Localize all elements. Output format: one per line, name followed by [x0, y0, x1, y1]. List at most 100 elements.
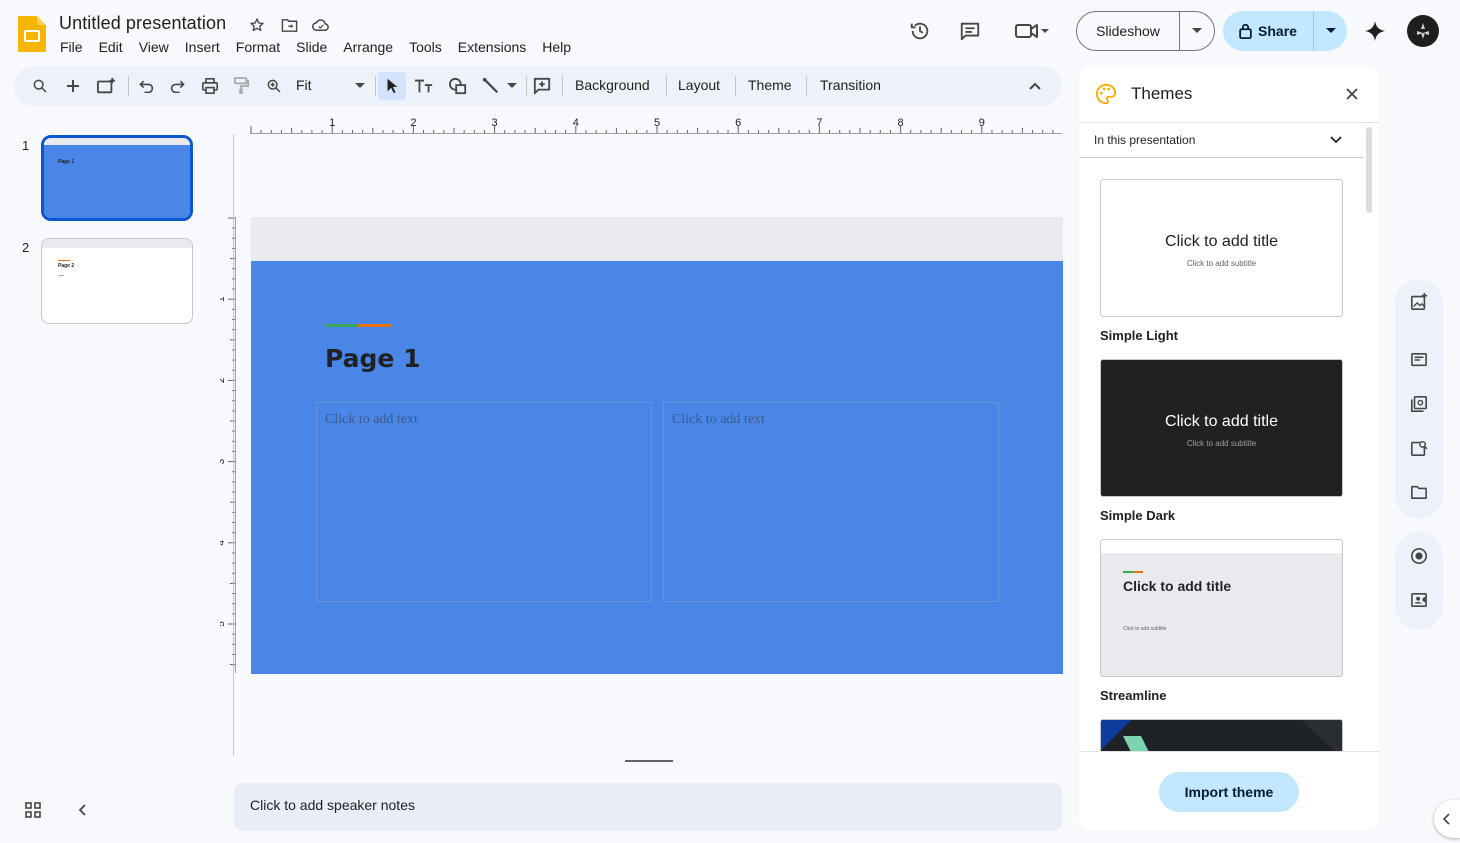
add-comment-icon[interactable]	[530, 74, 554, 98]
redo-icon[interactable]	[166, 74, 190, 98]
ruler-label: 1	[220, 296, 227, 302]
slideshow-options-caret-icon[interactable]	[1180, 12, 1214, 50]
expand-side-panel-chevron-left-icon[interactable]	[1434, 800, 1460, 838]
zoom-icon[interactable]	[262, 74, 286, 98]
text-box-icon[interactable]	[412, 74, 436, 98]
thumbnail-header-band	[42, 239, 192, 248]
video-person-icon[interactable]	[1408, 589, 1430, 611]
menu-format[interactable]: Format	[228, 38, 288, 56]
stacked-images-icon[interactable]	[1408, 393, 1430, 415]
slide-title[interactable]: Page 1	[325, 344, 420, 373]
meet-camera-icon[interactable]	[1008, 11, 1056, 51]
themes-scrollbar[interactable]	[1366, 127, 1372, 213]
menu-file[interactable]: File	[52, 38, 91, 56]
share-options-caret-icon[interactable]	[1314, 11, 1347, 51]
ruler-label: 5	[654, 117, 660, 129]
gemini-sparkle-icon[interactable]	[1355, 11, 1395, 51]
image-search-icon[interactable]	[1408, 437, 1430, 459]
left-text-placeholder[interactable]: Click to add text	[316, 402, 652, 602]
notes-resize-handle[interactable]	[625, 760, 673, 762]
toolbar-divider	[526, 76, 527, 96]
record-icon[interactable]	[1408, 545, 1430, 567]
theme-preview-title: Click to add title	[1165, 233, 1278, 250]
paint-format-icon[interactable]	[229, 74, 253, 98]
grid-view-icon[interactable]	[24, 801, 44, 821]
ruler-label: 7	[816, 117, 822, 129]
theme-preview-title: Click to add title	[1165, 413, 1278, 430]
thumbnail-header-band	[44, 138, 190, 145]
thumbnail-title: Page 1	[58, 159, 75, 165]
version-history-icon[interactable]	[900, 11, 940, 51]
star-icon[interactable]	[246, 14, 268, 36]
theme-name: Streamline	[1100, 688, 1167, 703]
layout-panel-icon[interactable]	[1408, 349, 1430, 371]
slide-header-band	[251, 217, 1063, 261]
transition-button[interactable]: Transition	[820, 77, 881, 93]
chevron-down-icon	[1329, 132, 1343, 146]
new-slide-layout-icon[interactable]	[94, 74, 118, 98]
toolbar-divider	[375, 76, 376, 96]
theme-preview-accent	[1123, 571, 1133, 573]
search-menus-icon[interactable]	[28, 74, 52, 98]
toolbar-divider	[128, 76, 129, 96]
comments-icon[interactable]	[950, 11, 990, 51]
theme-preview-accent	[1133, 571, 1143, 573]
close-icon[interactable]	[1341, 83, 1363, 105]
collapse-toolbar-chevron-up-icon[interactable]	[1023, 74, 1047, 98]
horizontal-ruler[interactable]: 1 2 3 4 5 6 7 8 9	[250, 116, 1062, 134]
slide-number: 2	[22, 240, 30, 255]
slide-canvas[interactable]: Page 1 Click to add text Click to add te…	[251, 217, 1063, 674]
new-slide-plus-icon[interactable]	[61, 74, 85, 98]
line-icon[interactable]	[479, 74, 503, 98]
slide-accent-line	[325, 324, 391, 327]
slide-number: 1	[22, 138, 30, 153]
thumbnail-text-line	[58, 275, 64, 276]
menu-tools[interactable]: Tools	[401, 38, 450, 56]
theme-simple-dark[interactable]: Click to add title Click to add subtitle	[1100, 359, 1343, 497]
theme-name: Simple Dark	[1100, 508, 1176, 523]
ruler-label: 8	[898, 117, 904, 129]
ruler-label: 3	[220, 458, 227, 464]
menu-arrange[interactable]: Arrange	[335, 38, 401, 56]
document-title[interactable]: Untitled presentation	[59, 13, 226, 34]
menu-view[interactable]: View	[131, 38, 177, 56]
ruler-label: 1	[329, 117, 335, 129]
speaker-notes[interactable]: Click to add speaker notes	[234, 783, 1062, 831]
menu-extensions[interactable]: Extensions	[450, 38, 534, 56]
folder-icon[interactable]	[1408, 481, 1430, 503]
menu-help[interactable]: Help	[534, 38, 579, 56]
theme-streamline[interactable]: Click to add title Click to add subtitle	[1100, 539, 1343, 677]
layout-button[interactable]: Layout	[678, 77, 720, 93]
toolbar: Fit Background Layout Theme Transition	[14, 66, 1062, 106]
collapse-filmstrip-chevron-left-icon[interactable]	[74, 801, 94, 821]
slides-logo-icon[interactable]	[18, 16, 46, 52]
menu-slide[interactable]: Slide	[288, 38, 335, 56]
menu-edit[interactable]: Edit	[91, 38, 131, 56]
slide-thumbnail-1[interactable]: Page 1	[41, 135, 193, 221]
themes-filter-dropdown[interactable]: In this presentation	[1079, 123, 1363, 158]
slideshow-button[interactable]: Slideshow	[1077, 12, 1180, 50]
line-dropdown-caret-icon[interactable]	[505, 74, 519, 98]
thumbnail-title: Page 2	[58, 263, 75, 269]
move-folder-icon[interactable]	[278, 14, 300, 36]
zoom-dropdown-caret-icon[interactable]	[348, 74, 372, 98]
theme-button[interactable]: Theme	[748, 77, 792, 93]
print-icon[interactable]	[198, 74, 222, 98]
select-pointer-icon[interactable]	[378, 72, 406, 100]
user-avatar[interactable]	[1407, 15, 1439, 47]
themes-panel: Themes In this presentation Click to add…	[1079, 67, 1379, 830]
ruler-label: 3	[492, 117, 498, 129]
slideshow-button-group: Slideshow	[1076, 11, 1215, 51]
right-text-placeholder[interactable]: Click to add text	[663, 402, 999, 602]
background-button[interactable]: Background	[575, 77, 650, 93]
share-button[interactable]: Share	[1223, 11, 1314, 51]
add-image-icon[interactable]	[1408, 291, 1430, 313]
undo-icon[interactable]	[134, 74, 158, 98]
import-theme-button[interactable]: Import theme	[1159, 772, 1299, 812]
zoom-select[interactable]: Fit	[296, 77, 312, 93]
menu-insert[interactable]: Insert	[177, 38, 228, 56]
shape-icon[interactable]	[446, 74, 470, 98]
slide-thumbnail-2[interactable]: Page 2	[41, 238, 193, 324]
theme-simple-light[interactable]: Click to add title Click to add subtitle	[1100, 179, 1343, 317]
cloud-saved-icon[interactable]	[310, 14, 332, 36]
